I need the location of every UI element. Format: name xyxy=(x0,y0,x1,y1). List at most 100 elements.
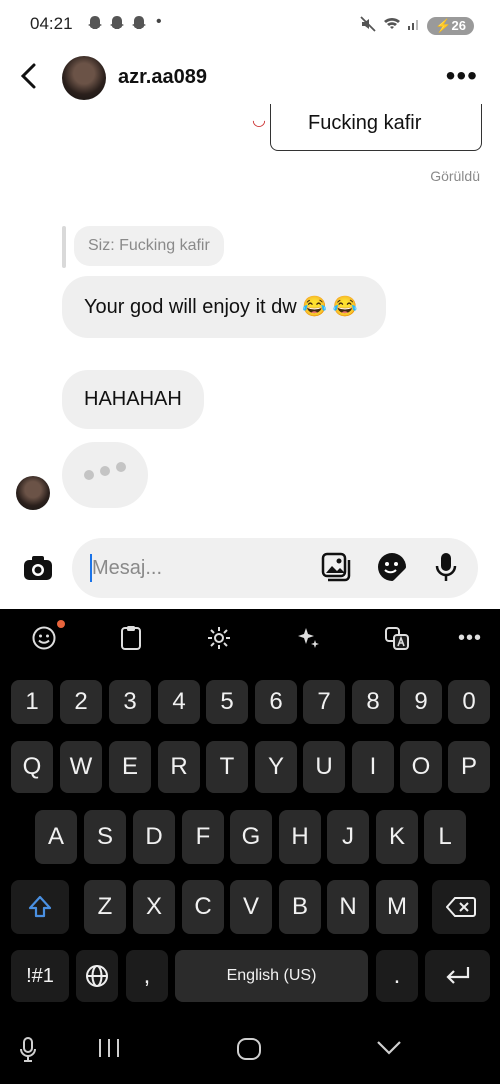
enter-icon xyxy=(445,967,469,984)
ai-tools-button[interactable] xyxy=(290,620,326,656)
message-input[interactable] xyxy=(92,554,292,582)
key-6[interactable]: 6 xyxy=(255,680,297,724)
key-c[interactable]: C xyxy=(182,880,224,934)
sticker-button[interactable] xyxy=(376,551,408,583)
more-toolbar-button[interactable]: ••• xyxy=(452,620,488,656)
clipboard-icon xyxy=(121,626,141,650)
ghost-icon xyxy=(86,14,104,37)
settings-button[interactable] xyxy=(201,620,237,656)
key-g[interactable]: G xyxy=(230,810,272,864)
more-options-button[interactable]: ••• xyxy=(446,60,478,92)
avatar[interactable] xyxy=(62,56,106,100)
key-5[interactable]: 5 xyxy=(206,680,248,724)
key-e[interactable]: E xyxy=(109,741,151,793)
space-key[interactable]: English (US) xyxy=(175,950,368,1002)
key-p[interactable]: P xyxy=(448,741,490,793)
clipboard-button[interactable] xyxy=(113,620,149,656)
camera-button[interactable] xyxy=(22,552,54,584)
key-z[interactable]: Z xyxy=(84,880,126,934)
key-2[interactable]: 2 xyxy=(60,680,102,724)
key-a[interactable]: A xyxy=(35,810,77,864)
battery-indicator: ⚡26 xyxy=(427,16,474,35)
shift-key[interactable] xyxy=(11,880,69,934)
key-r[interactable]: R xyxy=(158,741,200,793)
received-message[interactable]: Your god will enjoy it dw 😂 😂 xyxy=(62,276,386,338)
home-button[interactable] xyxy=(236,1036,262,1069)
key-x[interactable]: X xyxy=(133,880,175,934)
key-4[interactable]: 4 xyxy=(158,680,200,724)
gallery-button[interactable] xyxy=(320,551,352,583)
period-key[interactable]: . xyxy=(376,950,418,1002)
key-u[interactable]: U xyxy=(303,741,345,793)
reply-indicator-bar xyxy=(62,226,66,268)
key-8[interactable]: 8 xyxy=(352,680,394,724)
typing-dot xyxy=(116,462,126,472)
translate-button[interactable] xyxy=(379,620,415,656)
symbols-key[interactable]: !#1 xyxy=(11,950,69,1002)
backspace-key[interactable] xyxy=(432,880,490,934)
key-m[interactable]: M xyxy=(376,880,418,934)
comma-key[interactable]: , xyxy=(126,950,168,1002)
recents-icon xyxy=(99,1039,119,1057)
gallery-icon xyxy=(321,552,351,582)
back-nav-button[interactable] xyxy=(376,1036,402,1067)
backspace-icon xyxy=(446,897,476,917)
language-key[interactable] xyxy=(76,950,118,1002)
sparkle-icon xyxy=(298,628,319,648)
received-message[interactable]: HAHAHAH xyxy=(62,370,204,429)
chat-header: azr.aa089 ••• xyxy=(0,50,500,112)
chat-username[interactable]: azr.aa089 xyxy=(118,66,207,89)
wifi-icon xyxy=(383,16,401,35)
key-s[interactable]: S xyxy=(84,810,126,864)
key-t[interactable]: T xyxy=(206,741,248,793)
notification-dot: • xyxy=(156,13,162,30)
status-right: ⚡26 xyxy=(359,15,474,36)
enter-key[interactable] xyxy=(425,950,490,1002)
voice-input-button[interactable] xyxy=(18,1036,38,1071)
signal-icon xyxy=(407,17,421,34)
typing-dot xyxy=(100,466,110,476)
key-9[interactable]: 9 xyxy=(400,680,442,724)
key-i[interactable]: I xyxy=(352,741,394,793)
chevron-down-icon xyxy=(377,1041,401,1055)
status-time: 04:21 xyxy=(30,14,73,33)
globe-icon xyxy=(86,965,108,987)
microphone-icon xyxy=(435,553,457,581)
gear-icon xyxy=(208,627,230,649)
key-f[interactable]: F xyxy=(182,810,224,864)
translate-icon xyxy=(385,627,409,650)
key-7[interactable]: 7 xyxy=(303,680,345,724)
key-w[interactable]: W xyxy=(60,741,102,793)
recent-apps-button[interactable] xyxy=(96,1036,122,1067)
key-o[interactable]: O xyxy=(400,741,442,793)
key-j[interactable]: J xyxy=(327,810,369,864)
seen-label: Görüldü xyxy=(430,168,480,184)
key-k[interactable]: K xyxy=(376,810,418,864)
chevron-left-icon xyxy=(20,63,36,89)
ghost-icon xyxy=(130,14,148,37)
battery-level: 26 xyxy=(451,17,466,33)
voice-button[interactable] xyxy=(430,551,462,583)
status-bar: 04:21 • ⚡26 xyxy=(0,0,500,50)
ghost-icon xyxy=(108,14,126,37)
key-d[interactable]: D xyxy=(133,810,175,864)
reply-preview[interactable]: Siz: Fucking kafir xyxy=(74,226,224,266)
badge-dot xyxy=(57,620,65,628)
key-b[interactable]: B xyxy=(279,880,321,934)
sent-message-text: Fucking kafir xyxy=(308,112,422,134)
back-button[interactable] xyxy=(18,62,38,98)
key-n[interactable]: N xyxy=(327,880,369,934)
shift-arrow-icon xyxy=(28,895,52,918)
key-1[interactable]: 1 xyxy=(11,680,53,724)
smiley-icon xyxy=(32,626,56,650)
sender-avatar[interactable] xyxy=(16,476,50,510)
key-l[interactable]: L xyxy=(424,810,466,864)
sticker-icon xyxy=(378,553,406,581)
key-h[interactable]: H xyxy=(279,810,321,864)
key-y[interactable]: Y xyxy=(255,741,297,793)
key-v[interactable]: V xyxy=(230,880,272,934)
key-0[interactable]: 0 xyxy=(448,680,490,724)
key-q[interactable]: Q xyxy=(11,741,53,793)
mute-icon xyxy=(359,15,377,36)
key-3[interactable]: 3 xyxy=(109,680,151,724)
